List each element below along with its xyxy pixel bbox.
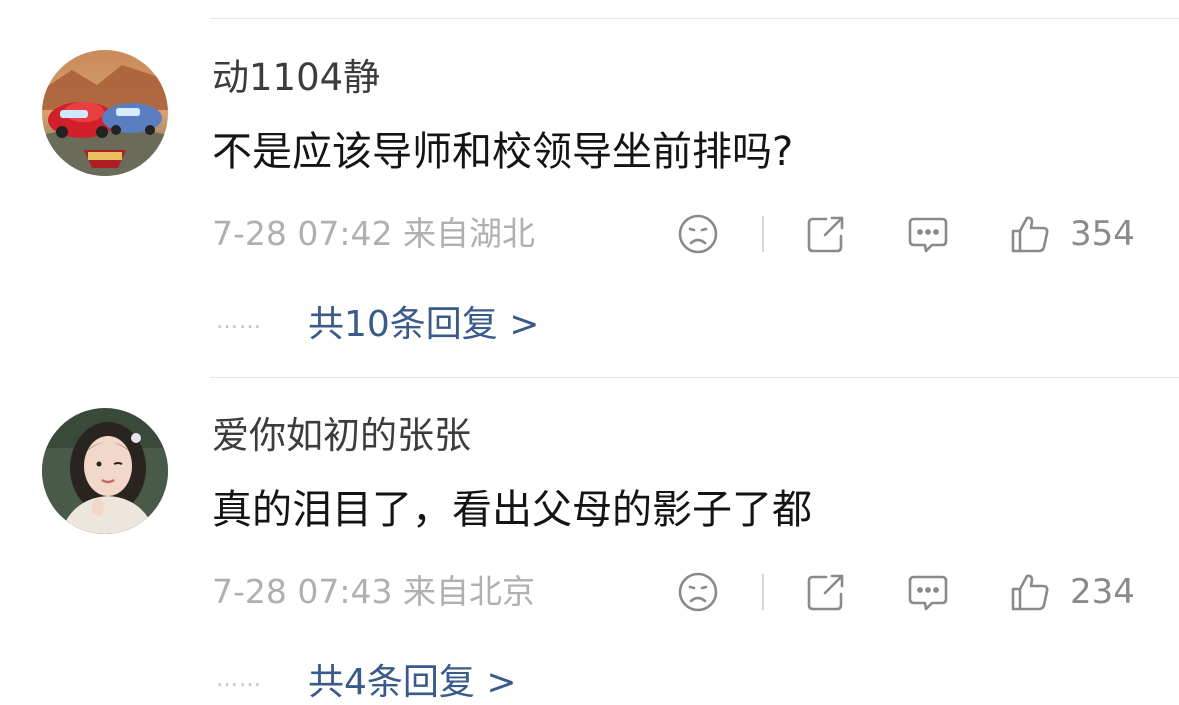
comment-item: 动1104静 不是应该导师和校领导坐前排吗? 7-28 07:42 来自湖北 3… (0, 0, 1179, 345)
sad-face-icon (676, 212, 720, 256)
comment-meta: 7-28 07:42 来自湖北 (212, 214, 535, 253)
share-icon (804, 212, 848, 256)
comment-actions: 234 (676, 568, 1146, 616)
share-button[interactable] (804, 210, 848, 258)
action-separator (762, 216, 764, 252)
comment-actions: 354 (676, 210, 1146, 258)
username[interactable]: 爱你如初的张张 (212, 414, 471, 458)
sad-face-icon (676, 570, 720, 614)
share-icon (804, 570, 848, 614)
dislike-button[interactable] (676, 568, 720, 616)
like-button[interactable]: 234 (1008, 568, 1135, 616)
comment-button[interactable] (906, 210, 950, 258)
view-replies-link[interactable]: 共4条回复 > (308, 653, 517, 705)
comment-text: 真的泪目了，看出父母的影子了都 (212, 487, 812, 533)
replies-row[interactable]: …… 共4条回复 > (216, 654, 517, 704)
comment-bubble-icon (906, 212, 950, 256)
comment-bubble-icon (906, 570, 950, 614)
replies-row[interactable]: …… 共10条回复 > (216, 296, 539, 346)
replies-dots: …… (216, 666, 262, 692)
replies-dots: …… (216, 308, 262, 334)
comment-meta: 7-28 07:43 来自北京 (212, 572, 535, 611)
thumbs-up-icon (1008, 212, 1052, 256)
comment-item: 爱你如初的张张 真的泪目了，看出父母的影子了都 7-28 07:43 来自北京 (0, 358, 1179, 703)
comment-button[interactable] (906, 568, 950, 616)
dislike-button[interactable] (676, 210, 720, 258)
view-replies-link[interactable]: 共10条回复 > (308, 295, 539, 347)
comment-text: 不是应该导师和校领导坐前排吗? (212, 129, 794, 175)
like-button[interactable]: 354 (1008, 210, 1135, 258)
thumbs-up-icon (1008, 570, 1052, 614)
avatar[interactable] (42, 50, 168, 176)
share-button[interactable] (804, 568, 848, 616)
username[interactable]: 动1104静 (212, 56, 380, 100)
action-separator (762, 574, 764, 610)
like-count: 354 (1070, 214, 1135, 254)
like-count: 234 (1070, 572, 1135, 612)
avatar[interactable] (42, 408, 168, 534)
